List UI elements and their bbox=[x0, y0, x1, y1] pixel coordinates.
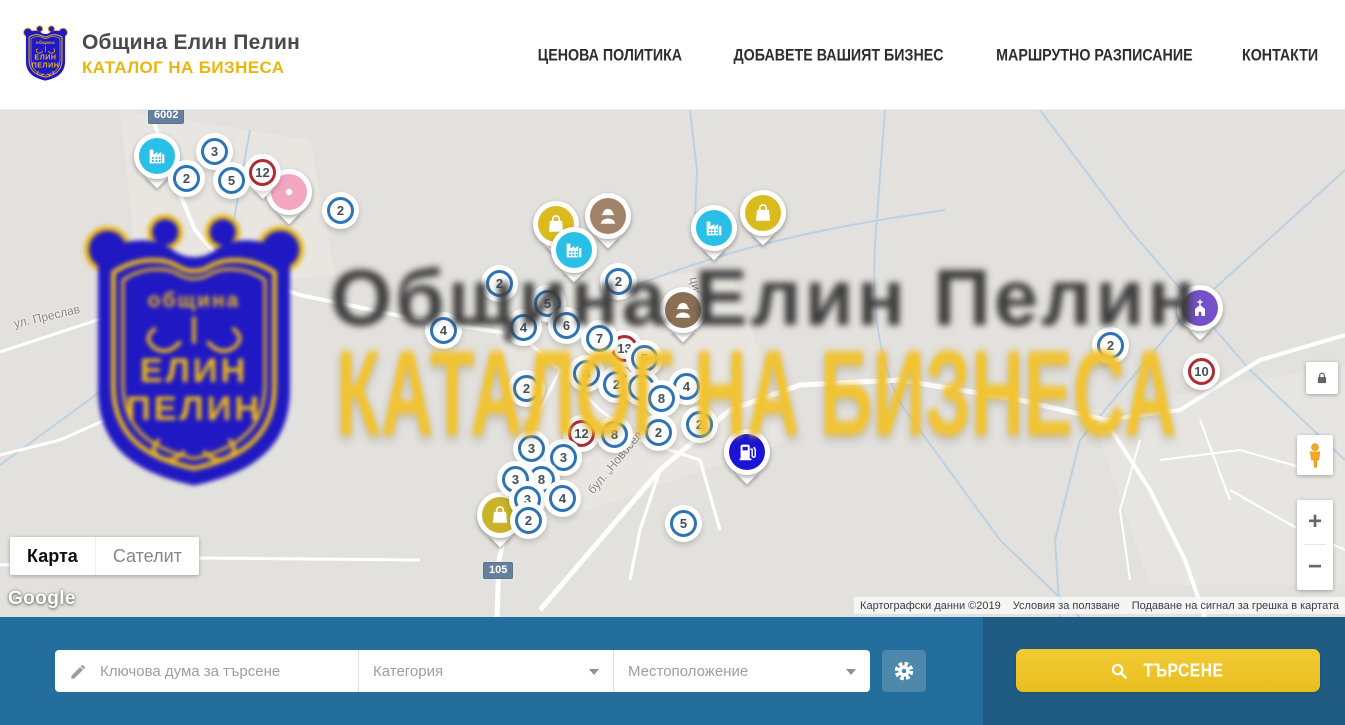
map-cluster[interactable]: 4 bbox=[510, 314, 537, 341]
map-cluster[interactable]: 3 bbox=[518, 435, 545, 462]
main-nav: ЦЕНОВА ПОЛИТИКА ДОБАВЕТЕ ВАШИЯТ БИЗНЕС М… bbox=[534, 0, 1320, 110]
map-attribution: Картографски данни ©2019 Условия за полз… bbox=[854, 597, 1345, 614]
map-cluster[interactable]: 2 bbox=[603, 371, 630, 398]
municipality-crest-logo bbox=[22, 24, 69, 84]
lock-icon bbox=[1314, 370, 1330, 386]
category-select[interactable]: Категория bbox=[358, 650, 613, 692]
map-cluster[interactable]: 2 bbox=[605, 268, 632, 295]
gear-icon bbox=[892, 659, 916, 683]
cluster-tail bbox=[253, 179, 273, 199]
search-icon bbox=[1109, 661, 1129, 681]
map-cluster[interactable]: 5 bbox=[631, 345, 658, 372]
search-submit-button[interactable]: ТЪРСЕНЕ bbox=[1016, 649, 1320, 692]
map-cluster[interactable]: 2 bbox=[645, 419, 672, 446]
fullscreen-lock-button[interactable] bbox=[1306, 362, 1338, 394]
street-view-pegman[interactable] bbox=[1297, 435, 1333, 475]
attribution-terms-link[interactable]: Условия за ползване bbox=[1007, 600, 1126, 612]
nav-item-contacts[interactable]: КОНТАКТИ bbox=[1242, 45, 1318, 64]
map-type-satellite-button[interactable]: Сателит bbox=[95, 537, 199, 575]
map-cluster[interactable]: 12 bbox=[568, 420, 595, 447]
header: Община Елин Пелин КАТАЛОГ НА БИЗНЕСА ЦЕН… bbox=[0, 0, 1345, 110]
map-cluster[interactable]: 7 bbox=[586, 325, 613, 352]
map-cluster[interactable]: 3 bbox=[201, 138, 228, 165]
map-cluster[interactable]: 10 bbox=[1188, 358, 1215, 385]
map-cluster[interactable]: 2 bbox=[486, 270, 513, 297]
map-cluster[interactable]: 2 bbox=[327, 197, 354, 224]
map-cluster[interactable]: 2 bbox=[173, 165, 200, 192]
keyword-field[interactable] bbox=[55, 650, 358, 692]
map-canvas[interactable]: 6002105ул. Преславбул. „Новоселции 12325… bbox=[0, 110, 1345, 617]
map-type-control: Карта Сателит bbox=[10, 537, 199, 575]
map-cluster[interactable]: 4 bbox=[673, 373, 700, 400]
map-cluster[interactable]: 3 bbox=[550, 444, 577, 471]
map-cluster[interactable]: 5 bbox=[534, 290, 561, 317]
map-cluster[interactable]: 2 bbox=[1097, 332, 1124, 359]
map-cluster[interactable]: 5 bbox=[218, 167, 245, 194]
site-title: Община Елин Пелин bbox=[82, 31, 300, 55]
nav-item-add-business[interactable]: ДОБАВЕТЕ ВАШИЯТ БИЗНЕС bbox=[733, 45, 943, 64]
map-cluster[interactable]: 8 bbox=[648, 385, 675, 412]
category-select-label: Категория bbox=[373, 663, 443, 680]
map-cluster[interactable]: 4 bbox=[430, 317, 457, 344]
location-select[interactable]: Местоположение bbox=[613, 650, 870, 692]
zoom-in-button[interactable]: + bbox=[1297, 500, 1333, 544]
location-select-label: Местоположение bbox=[628, 663, 748, 680]
pencil-icon bbox=[69, 662, 88, 681]
zoom-out-button[interactable]: − bbox=[1297, 545, 1333, 589]
map-cluster[interactable]: 5 bbox=[670, 510, 697, 537]
attribution-report-error-link[interactable]: Подаване на сигнал за грешка в картата bbox=[1126, 600, 1345, 612]
zoom-control: + − bbox=[1297, 500, 1333, 590]
chevron-down-icon bbox=[846, 669, 856, 675]
brand[interactable]: Община Елин Пелин КАТАЛОГ НА БИЗНЕСА bbox=[22, 24, 300, 84]
map-cluster[interactable]: 6 bbox=[553, 312, 580, 339]
map-cluster[interactable]: 8 bbox=[601, 421, 628, 448]
map-cluster[interactable]: 2 bbox=[513, 375, 540, 402]
map-type-map-button[interactable]: Карта bbox=[10, 537, 95, 575]
map-cluster[interactable]: 4 bbox=[549, 485, 576, 512]
google-logo[interactable]: Google bbox=[8, 588, 76, 610]
keyword-input[interactable] bbox=[98, 662, 344, 681]
map-clusters-layer: 12325225221344675427482221283383342510 bbox=[0, 110, 1345, 617]
advanced-search-button[interactable] bbox=[882, 650, 926, 692]
chevron-down-icon bbox=[589, 669, 599, 675]
map-cluster[interactable]: 2 bbox=[686, 411, 713, 438]
search-fields: Категория Местоположение bbox=[55, 650, 870, 692]
nav-item-pricing[interactable]: ЦЕНОВА ПОЛИТИКА bbox=[538, 45, 682, 64]
map-cluster[interactable]: 12 bbox=[249, 159, 276, 186]
attribution-copyright: Картографски данни ©2019 bbox=[854, 600, 1007, 612]
nav-item-transport-schedule[interactable]: МАРШРУТНО РАЗПИСАНИЕ bbox=[996, 45, 1192, 64]
search-bar: Категория Местоположение ТЪРСЕНЕ bbox=[0, 617, 1345, 725]
map-cluster[interactable]: 2 bbox=[515, 507, 542, 534]
map-cluster[interactable]: 4 bbox=[573, 360, 600, 387]
site-subtitle: КАТАЛОГ НА БИЗНЕСА bbox=[82, 58, 300, 78]
pegman-icon bbox=[1302, 440, 1328, 470]
search-submit-label: ТЪРСЕНЕ bbox=[1144, 660, 1224, 682]
